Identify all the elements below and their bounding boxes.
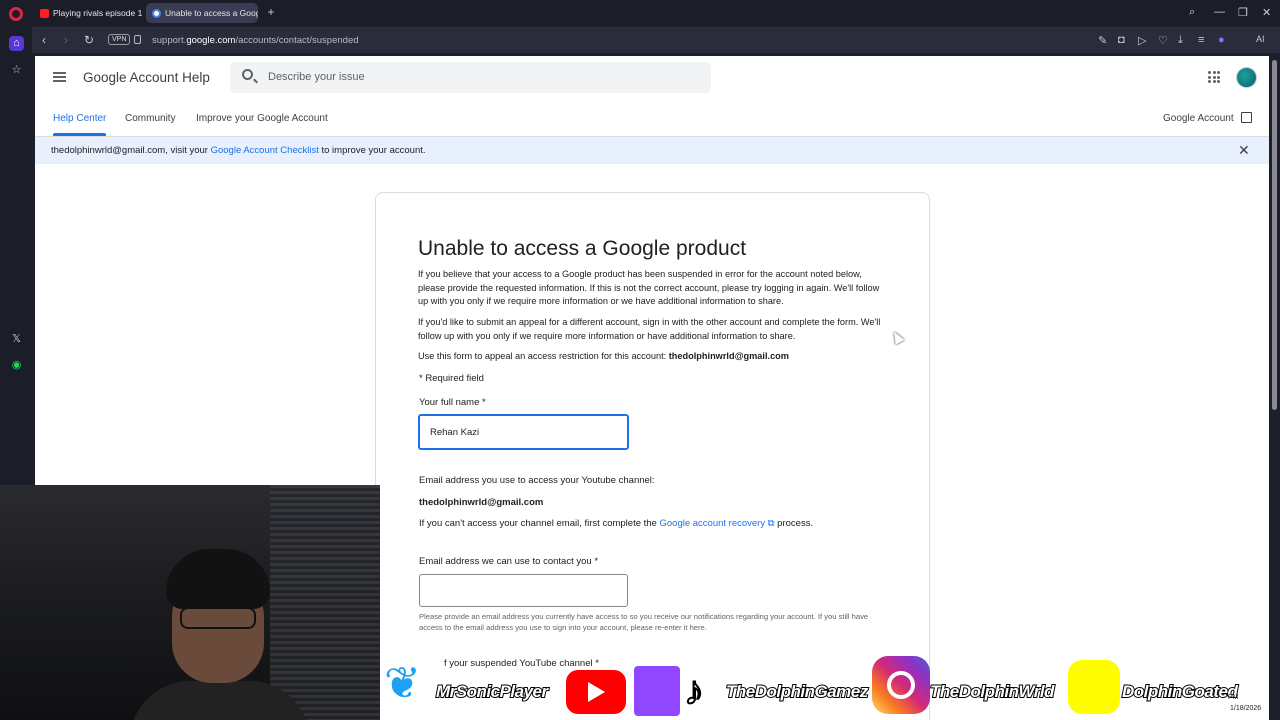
snapchat-logo-icon — [1068, 660, 1120, 714]
intro-paragraph: If you believe that your access to a Goo… — [418, 269, 880, 306]
banner-prefix: thedolphinwrld@gmail.com, visit your — [51, 145, 211, 156]
google-apps-icon[interactable] — [1208, 71, 1220, 83]
social-overlay: ❦ MrSonicPlayer ♪ TheDolphinGamez TheDol… — [380, 654, 1270, 720]
instagram-logo-icon — [872, 656, 930, 714]
banner-text: thedolphinwrld@gmail.com, visit your Goo… — [51, 145, 426, 156]
address-bar: ‹ › ↻ VPN support.google.com/accounts/co… — [32, 27, 1280, 53]
home-icon[interactable]: ⌂ — [9, 36, 24, 51]
url-domain: google.com — [186, 35, 236, 46]
heart-icon[interactable]: ♡ — [1158, 34, 1168, 47]
tab-label: Unable to access a Googl — [165, 8, 258, 18]
maximize-icon[interactable]: ❐ — [1238, 6, 1248, 19]
tab-label: Playing rivals episode 11 ( — [53, 8, 142, 18]
play-icon[interactable]: ▷ — [1138, 34, 1146, 47]
account-recovery-link[interactable]: Google account recovery — [659, 518, 765, 529]
minimize-icon[interactable]: — — [1214, 6, 1225, 18]
tab-playing-rivals[interactable]: Playing rivals episode 11 ( — [34, 3, 142, 23]
recovery-prefix: If you can't access your channel email, … — [419, 518, 660, 529]
account-email: thedolphinwrld@gmail.com — [668, 351, 789, 361]
profile-icon[interactable]: ● — [1218, 34, 1225, 46]
forward-icon[interactable]: › — [64, 33, 68, 47]
new-tab-plus-icon[interactable]: + — [264, 5, 278, 19]
recovery-line: If you can't access your channel email, … — [419, 518, 813, 529]
edit-icon[interactable]: ✎ — [1098, 34, 1107, 47]
person-hair — [166, 549, 270, 609]
clock-date: 1/18/2026 — [1230, 705, 1262, 712]
glasses — [180, 607, 256, 629]
google-account-link[interactable]: Google Account — [1163, 113, 1234, 124]
scrollbar-thumb[interactable] — [1272, 60, 1277, 410]
search-icon — [242, 69, 253, 80]
search-tabs-icon[interactable]: ⌕ — [1189, 6, 1195, 19]
required-note: * Required field — [419, 373, 484, 384]
tab-community[interactable]: Community — [125, 113, 176, 124]
contact-email-help: Please provide an email address you curr… — [419, 612, 869, 632]
handle-thedolphinwrld: TheDolphinWrld — [929, 681, 1055, 702]
download-icon[interactable]: ⤓ — [1178, 34, 1183, 47]
url-field[interactable]: support.google.com/accounts/contact/susp… — [152, 35, 359, 46]
spotify-icon[interactable]: ◉ — [9, 358, 24, 373]
page-title: Unable to access a Google product — [418, 237, 747, 260]
reload-icon[interactable]: ↻ — [84, 33, 94, 47]
ai-button[interactable]: AI — [1256, 34, 1265, 44]
page-brand[interactable]: Google Account Help — [83, 70, 210, 85]
handle-mrsonicplayer: MrSonicPlayer — [435, 681, 549, 702]
back-icon[interactable]: ‹ — [42, 33, 46, 47]
clock-ampm: PM — [1228, 694, 1239, 701]
vpn-badge[interactable]: VPN — [108, 34, 131, 45]
close-window-icon[interactable]: ✕ — [1262, 6, 1271, 19]
opera-logo-icon[interactable] — [9, 7, 23, 21]
x-twitter-icon[interactable]: 𝕏 — [9, 332, 24, 347]
recovery-suffix: process. — [774, 518, 814, 529]
tiktok-logo-icon: ♪ — [683, 668, 705, 714]
twitter-bird-icon: ❦ — [384, 659, 421, 708]
handle-thedolphingamez: TheDolphinGamez — [725, 681, 869, 702]
tab-google-help[interactable]: Unable to access a Googl — [146, 3, 258, 23]
webcam-overlay — [0, 485, 380, 720]
account-line: Use this form to appeal an access restri… — [418, 350, 888, 364]
scrollbar[interactable] — [1270, 56, 1280, 720]
tab-bar: Playing rivals episode 11 ( Unable to ac… — [0, 0, 1280, 26]
open-external-icon[interactable] — [1241, 112, 1252, 123]
url-prefix: support. — [152, 35, 187, 46]
account-line-prefix: Use this form to appeal an access restri… — [418, 351, 669, 361]
full-name-label: Your full name * — [419, 397, 486, 408]
nav-tabs: Help Center Community Improve your Googl… — [35, 108, 1269, 138]
full-name-field[interactable] — [418, 414, 629, 450]
search-input[interactable] — [268, 67, 688, 87]
camera-icon[interactable]: ◘ — [1118, 34, 1125, 46]
account-banner: thedolphinwrld@gmail.com, visit your Goo… — [35, 137, 1269, 164]
avatar[interactable] — [1236, 67, 1257, 88]
external-link-icon: ⧉ — [765, 518, 775, 529]
youtube-favicon-icon — [40, 8, 49, 18]
youtube-email-label: Email address you use to access your You… — [419, 475, 655, 486]
close-banner-icon[interactable]: ✕ — [1238, 142, 1250, 159]
twitch-logo-icon — [634, 666, 680, 716]
menu-icon[interactable]: ≡ — [1198, 34, 1204, 46]
banner-suffix: to improve your account. — [318, 145, 426, 156]
pinboard-icon[interactable]: ☆ — [9, 63, 24, 78]
youtube-email: thedolphinwrld@gmail.com — [419, 497, 544, 508]
youtube-logo-icon — [566, 670, 626, 714]
url-path: /accounts/contact/suspended — [235, 35, 359, 46]
contact-email-label: Email address we can use to contact you … — [419, 556, 599, 567]
search-box[interactable] — [230, 62, 711, 93]
main-menu-icon[interactable] — [53, 72, 66, 82]
tab-improve-account[interactable]: Improve your Google Account — [196, 113, 328, 124]
google-favicon-icon — [152, 8, 161, 18]
different-account-paragraph: If you'd like to submit an appeal for a … — [418, 317, 881, 341]
lock-icon[interactable] — [134, 35, 141, 44]
contact-email-field[interactable] — [419, 574, 628, 607]
tab-help-center[interactable]: Help Center — [53, 113, 107, 136]
window-blinds — [270, 485, 380, 720]
handle-dolphingoated: DolphinGoated — [1121, 681, 1239, 702]
checklist-link[interactable]: Google Account Checklist — [211, 145, 319, 156]
